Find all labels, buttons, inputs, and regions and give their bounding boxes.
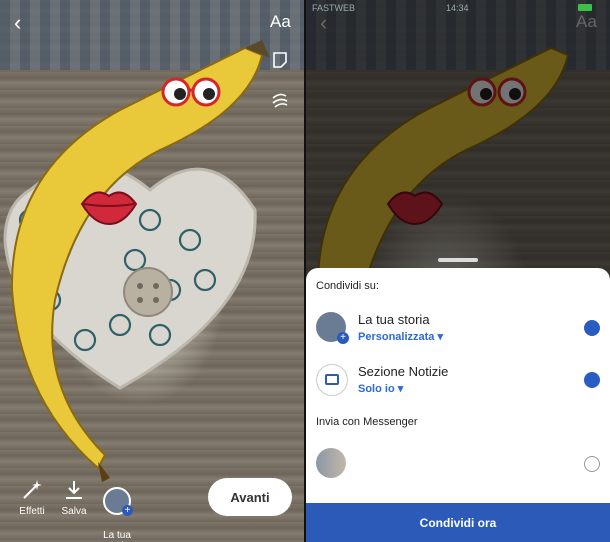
audience-dropdown[interactable]: Solo io ▾	[358, 382, 403, 395]
story-editor: ‹ Aa Effetti Salva + La tua storia Avant…	[0, 0, 304, 542]
messenger-contact[interactable]	[306, 444, 610, 484]
battery-icon	[578, 4, 592, 11]
story-avatar-icon: +	[103, 487, 133, 516]
story-avatar-icon: +	[316, 312, 349, 344]
option-your-story[interactable]: + La tua storia Personalizzata ▾	[306, 306, 610, 350]
clock: 14:34	[446, 3, 469, 13]
option-news-feed[interactable]: Sezione Notizie Solo io ▾	[306, 358, 610, 402]
back-icon: ‹	[320, 10, 328, 35]
news-feed-title: Sezione Notizie	[358, 364, 449, 379]
text-tool-button[interactable]: Aa	[270, 12, 291, 32]
share-now-button[interactable]: Condividi ora	[306, 503, 610, 542]
next-button[interactable]: Avanti	[208, 478, 292, 516]
sheet-handle[interactable]	[438, 258, 478, 262]
share-sheet: Condividi su: + La tua storia Personaliz…	[306, 268, 610, 542]
privacy-value: Personalizzata	[358, 331, 435, 343]
download-icon	[66, 481, 82, 499]
checkmark-icon[interactable]	[584, 372, 600, 388]
banana	[10, 40, 270, 482]
magic-wand-icon	[23, 480, 42, 499]
effects-button[interactable]: Effetti	[10, 478, 54, 517]
messenger-heading: Invia con Messenger	[316, 416, 418, 428]
audience-value: Solo io	[358, 383, 395, 395]
add-icon: +	[337, 332, 349, 344]
save-label: Salva	[61, 506, 87, 517]
lips-sticker[interactable]	[80, 186, 138, 226]
your-story-label: La tua storia	[103, 530, 131, 542]
save-button[interactable]: Salva	[52, 478, 96, 517]
contact-avatar	[316, 448, 346, 478]
your-story-button[interactable]: + La tua storia	[95, 476, 139, 542]
add-icon: +	[122, 505, 133, 516]
status-bar: FASTWEB 14:34	[306, 0, 610, 16]
privacy-dropdown[interactable]: Personalizzata ▾	[358, 330, 443, 343]
text-tool-button: Aa	[576, 12, 597, 31]
effects-label: Effetti	[19, 506, 45, 517]
news-feed-icon	[316, 364, 348, 396]
your-story-title: La tua storia	[358, 312, 430, 327]
back-icon[interactable]: ‹	[14, 10, 21, 36]
checkmark-icon[interactable]	[584, 320, 600, 336]
share-screen: FASTWEB 14:34 ‹ Aa Condividi su: + La tu…	[306, 0, 610, 542]
glasses-sticker[interactable]	[158, 72, 224, 112]
select-radio[interactable]	[584, 456, 600, 472]
share-to-heading: Condividi su:	[316, 280, 379, 292]
sticker-icon[interactable]	[270, 50, 290, 70]
draw-icon[interactable]	[270, 90, 290, 110]
carrier-label: FASTWEB	[312, 3, 356, 13]
